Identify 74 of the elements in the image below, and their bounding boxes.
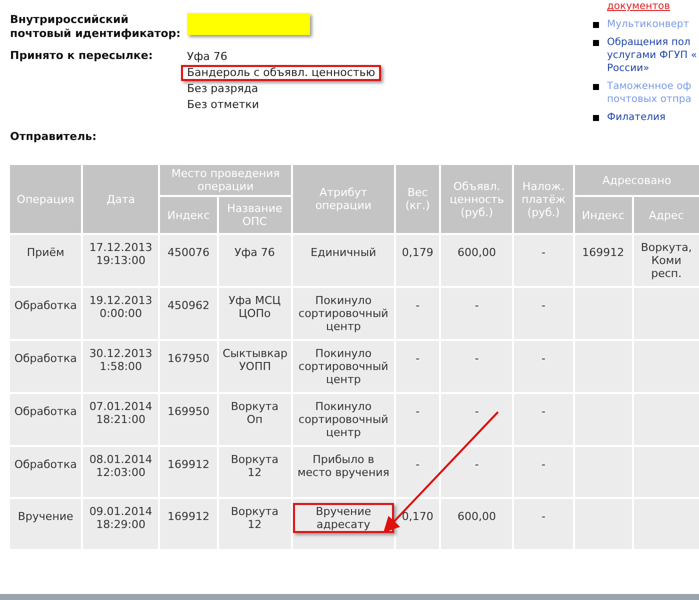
- table-cell-text: 07.01.2014 18:21:00: [88, 399, 154, 428]
- nav-link[interactable]: Филателия: [607, 111, 666, 124]
- column-header: Вес (кг.): [395, 164, 440, 234]
- field-label: Внутрироссийский почтовый идентификатор:: [10, 13, 182, 41]
- table-cell-text: Воркута Оп: [230, 399, 280, 428]
- table-cell-text: 30.12.2013 1:58:00: [88, 346, 154, 375]
- table-cell-text: 169912: [166, 509, 210, 525]
- column-header: Дата: [82, 164, 160, 234]
- table-cell-text: 169912: [581, 245, 626, 261]
- table-cell-text: -: [474, 404, 480, 420]
- field-value: Без разряда: [186, 81, 260, 97]
- table-cell-text: 450962: [166, 298, 210, 314]
- table-cell-text: Приём: [26, 245, 66, 261]
- table-cell-text: 169912: [166, 457, 210, 473]
- column-header: Адресовано: [574, 164, 699, 196]
- table-cell-text: Единичный: [310, 245, 378, 261]
- table-cell-text: -: [540, 404, 546, 420]
- table-cell-text: -: [540, 509, 546, 525]
- table-cell-text: -: [414, 457, 421, 473]
- column-header: Налож. платёж (руб.): [513, 164, 574, 234]
- table-cell-text: 450076: [166, 245, 210, 261]
- table-cell-text: Воркута 12: [230, 452, 280, 481]
- table-cell-text: Сыктывкар УОПП: [222, 346, 289, 375]
- field-value: Бандероль с объявл. ценностью: [181, 65, 382, 81]
- table-cell-text: -: [540, 298, 546, 314]
- table-cell-text: 167950: [166, 351, 210, 367]
- table-cell-text: 19.12.2013 0:00:00: [88, 293, 154, 322]
- table-cell-text: -: [474, 298, 480, 314]
- table-cell-text: -: [540, 351, 546, 367]
- table-cell-text: -: [540, 457, 546, 473]
- field-value: Без отметки: [186, 97, 260, 113]
- column-header: Операция: [9, 164, 82, 234]
- column-header: Название ОПС: [218, 196, 292, 234]
- table-cell-text: Уфа 76: [234, 245, 276, 261]
- table-cell-text: Покинуло сортировочный центр: [298, 293, 390, 335]
- table-cell-text: 0,170: [400, 509, 434, 525]
- nav-link[interactable]: Мультиконверт: [607, 18, 690, 31]
- table-cell-text: 0,179: [400, 245, 434, 261]
- field-value: Уфа 76: [186, 49, 228, 65]
- table-cell-text: -: [414, 298, 421, 314]
- column-header: Индекс: [574, 196, 633, 234]
- table-cell-text: Обработка: [13, 457, 78, 473]
- table-cell-text: Прибыло в место вручения: [296, 452, 390, 481]
- table-cell-text: Обработка: [13, 404, 78, 420]
- table-cell-text: Покинуло сортировочный центр: [298, 346, 390, 388]
- table-cell-text: 09.01.2014 18:29:00: [88, 504, 154, 533]
- table-cell-text: Обработка: [13, 351, 78, 367]
- table-cell-text: 600,00: [456, 509, 498, 525]
- table-cell-text: -: [474, 457, 480, 473]
- column-header: Индекс: [159, 196, 218, 234]
- nav-link[interactable]: Таможенное оф почтовых отпра: [607, 80, 692, 106]
- table-cell-text: 169950: [166, 404, 210, 420]
- table-cell-text: Воркута, Коми респ.: [640, 240, 693, 282]
- table-cell-text: -: [414, 404, 421, 420]
- field-label: Отправитель:: [10, 129, 98, 145]
- table-cell-text: Воркута 12: [230, 504, 280, 533]
- column-header: Атрибут операции: [292, 164, 396, 234]
- field-label: Принято к пересылке:: [10, 49, 154, 63]
- nav-link[interactable]: Обращения пол услугами ФГУП « России»: [607, 36, 697, 75]
- table-cell-text: Обработка: [13, 298, 78, 314]
- column-header: Объявл. ценность (руб.): [440, 164, 514, 234]
- table-cell-text: -: [474, 351, 480, 367]
- column-header: Место проведения операции: [159, 164, 292, 196]
- table-cell: Вручение адресату: [292, 503, 394, 533]
- table-cell-text: 17.12.2013 19:13:00: [88, 240, 154, 269]
- column-header: Адрес: [632, 196, 699, 234]
- nav-link[interactable]: документов: [607, 0, 670, 13]
- table-cell-text: Уфа МСЦ ЦОПо: [228, 293, 282, 322]
- table-cell-text: 08.01.2014 12:03:00: [88, 452, 154, 481]
- table-cell-text: 600,00: [456, 245, 498, 261]
- table-cell-text: Покинуло сортировочный центр: [298, 399, 390, 441]
- table-cell-text: Вручение: [16, 509, 74, 525]
- table-cell-text: -: [414, 351, 421, 367]
- table-cell-text: -: [540, 245, 546, 261]
